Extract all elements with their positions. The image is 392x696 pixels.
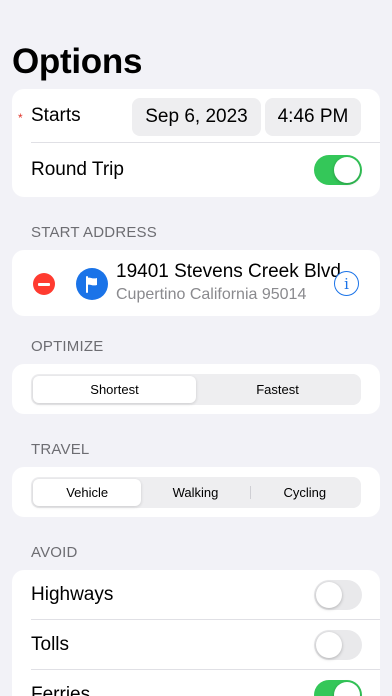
date-picker-button[interactable]: Sep 6, 2023	[132, 98, 261, 136]
avoid-highways-label: Highways	[31, 584, 114, 605]
travel-card: Vehicle Walking Cycling	[12, 467, 380, 517]
avoid-tolls-label: Tolls	[31, 634, 70, 655]
optimize-segmented-control: Shortest Fastest	[31, 374, 361, 405]
toggle-knob	[316, 582, 342, 608]
round-trip-row: Round Trip	[12, 143, 380, 197]
info-icon[interactable]: i	[334, 271, 359, 296]
toggle-knob	[334, 682, 360, 696]
avoid-highways-row: Highways	[12, 570, 380, 620]
time-picker-button[interactable]: 4:46 PM	[265, 98, 361, 136]
toggle-knob	[316, 632, 342, 658]
address-city: Cupertino California 95014	[116, 286, 307, 303]
avoid-card: Highways Tolls Ferries	[12, 570, 380, 696]
segment-cycling[interactable]: Cycling	[251, 479, 359, 506]
avoid-ferries-label: Ferries	[31, 684, 91, 696]
minus-circle-icon	[38, 283, 50, 286]
page-title: Options	[12, 42, 143, 81]
travel-header: TRAVEL	[31, 441, 90, 458]
optimize-card: Shortest Fastest	[12, 364, 380, 414]
required-marker: *	[18, 111, 23, 125]
start-address-card: 19401 Stevens Creek Blvd Cupertino Calif…	[12, 250, 380, 316]
round-trip-label: Round Trip	[31, 159, 124, 180]
avoid-highways-toggle[interactable]	[314, 580, 362, 610]
flag-icon	[76, 268, 108, 300]
starts-label: Starts	[31, 105, 81, 126]
avoid-header: AVOID	[31, 544, 78, 561]
round-trip-toggle[interactable]	[314, 155, 362, 185]
avoid-ferries-row: Ferries	[12, 670, 380, 696]
avoid-tolls-row: Tolls	[12, 620, 380, 670]
starts-row: * Starts Sep 6, 2023 4:46 PM	[12, 89, 380, 143]
start-address-header: START ADDRESS	[31, 224, 157, 241]
segment-shortest[interactable]: Shortest	[33, 376, 196, 403]
remove-address-button[interactable]	[33, 273, 55, 295]
avoid-tolls-toggle[interactable]	[314, 630, 362, 660]
address-street: 19401 Stevens Creek Blvd	[116, 261, 341, 282]
toggle-knob	[334, 157, 360, 183]
travel-segmented-control: Vehicle Walking Cycling	[31, 477, 361, 508]
avoid-ferries-toggle[interactable]	[314, 680, 362, 696]
segment-walking[interactable]: Walking	[141, 479, 249, 506]
segment-vehicle[interactable]: Vehicle	[33, 479, 142, 506]
segment-fastest[interactable]: Fastest	[196, 376, 359, 403]
optimize-header: OPTIMIZE	[31, 338, 104, 355]
schedule-card: * Starts Sep 6, 2023 4:46 PM Round Trip	[12, 89, 380, 197]
